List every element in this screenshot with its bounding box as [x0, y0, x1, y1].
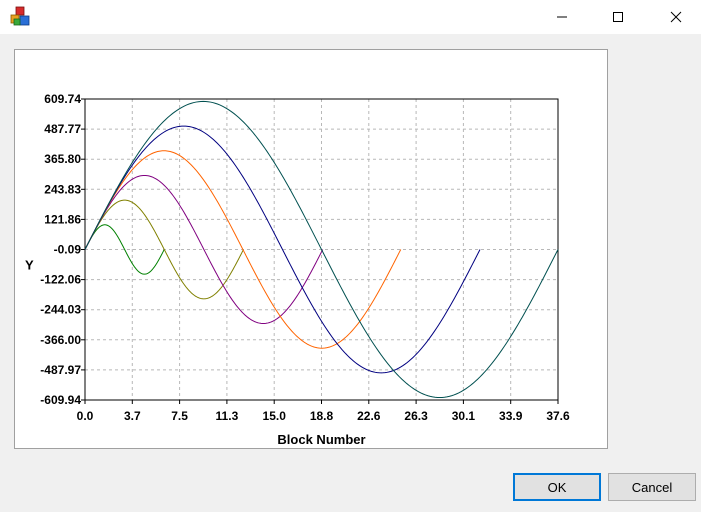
y-tick-label: 487.77 — [44, 122, 81, 136]
cancel-button[interactable]: Cancel — [608, 473, 696, 501]
x-tick-label: 15.0 — [263, 409, 287, 423]
series-line-5 — [84, 125, 481, 374]
maximize-icon — [613, 12, 623, 22]
app-cubes-icon — [8, 6, 32, 28]
x-tick-label: 7.5 — [171, 409, 188, 423]
plot-panel: 609.74 487.77 365.80 243.83 121.86 -0.09 -122.… — [14, 49, 608, 449]
close-button[interactable] — [653, 0, 699, 34]
x-tick-label: 37.6 — [546, 409, 570, 423]
y-tick-label: -0.09 — [54, 243, 82, 257]
y-tick-label: -122.06 — [40, 273, 81, 287]
x-tick-label: 18.8 — [310, 409, 334, 423]
y-tick-label: -244.03 — [40, 303, 81, 317]
y-tick-label: -487.97 — [40, 363, 81, 377]
minimize-button[interactable] — [539, 0, 585, 34]
series-line-3 — [84, 174, 324, 325]
y-tick-label: 121.86 — [44, 212, 81, 226]
y-axis-title: Y — [25, 258, 34, 273]
maximize-button[interactable] — [595, 0, 641, 34]
x-tick-label: 33.9 — [499, 409, 523, 423]
ok-button[interactable]: OK — [513, 473, 601, 501]
line-chart: 609.74 487.77 365.80 243.83 121.86 -0.09 -122.… — [25, 92, 570, 447]
x-tick-label: 30.1 — [452, 409, 476, 423]
x-tick-label: 22.6 — [357, 409, 381, 423]
x-tick-label: 11.3 — [216, 409, 239, 423]
x-tick-label: 26.3 — [404, 409, 428, 423]
x-tick-label: 0.0 — [77, 409, 94, 423]
x-tick-label: 3.7 — [124, 409, 141, 423]
minimize-icon — [557, 16, 567, 18]
y-tick-label: 609.74 — [44, 92, 81, 106]
y-tick-label: 243.83 — [44, 182, 81, 196]
y-tick-label: -366.00 — [40, 333, 81, 347]
close-icon — [670, 11, 682, 23]
title-bar — [0, 0, 701, 34]
x-axis-title: Block Number — [277, 432, 365, 447]
y-tick-label: 365.80 — [44, 152, 81, 166]
y-tick-label: -609.94 — [40, 393, 81, 407]
